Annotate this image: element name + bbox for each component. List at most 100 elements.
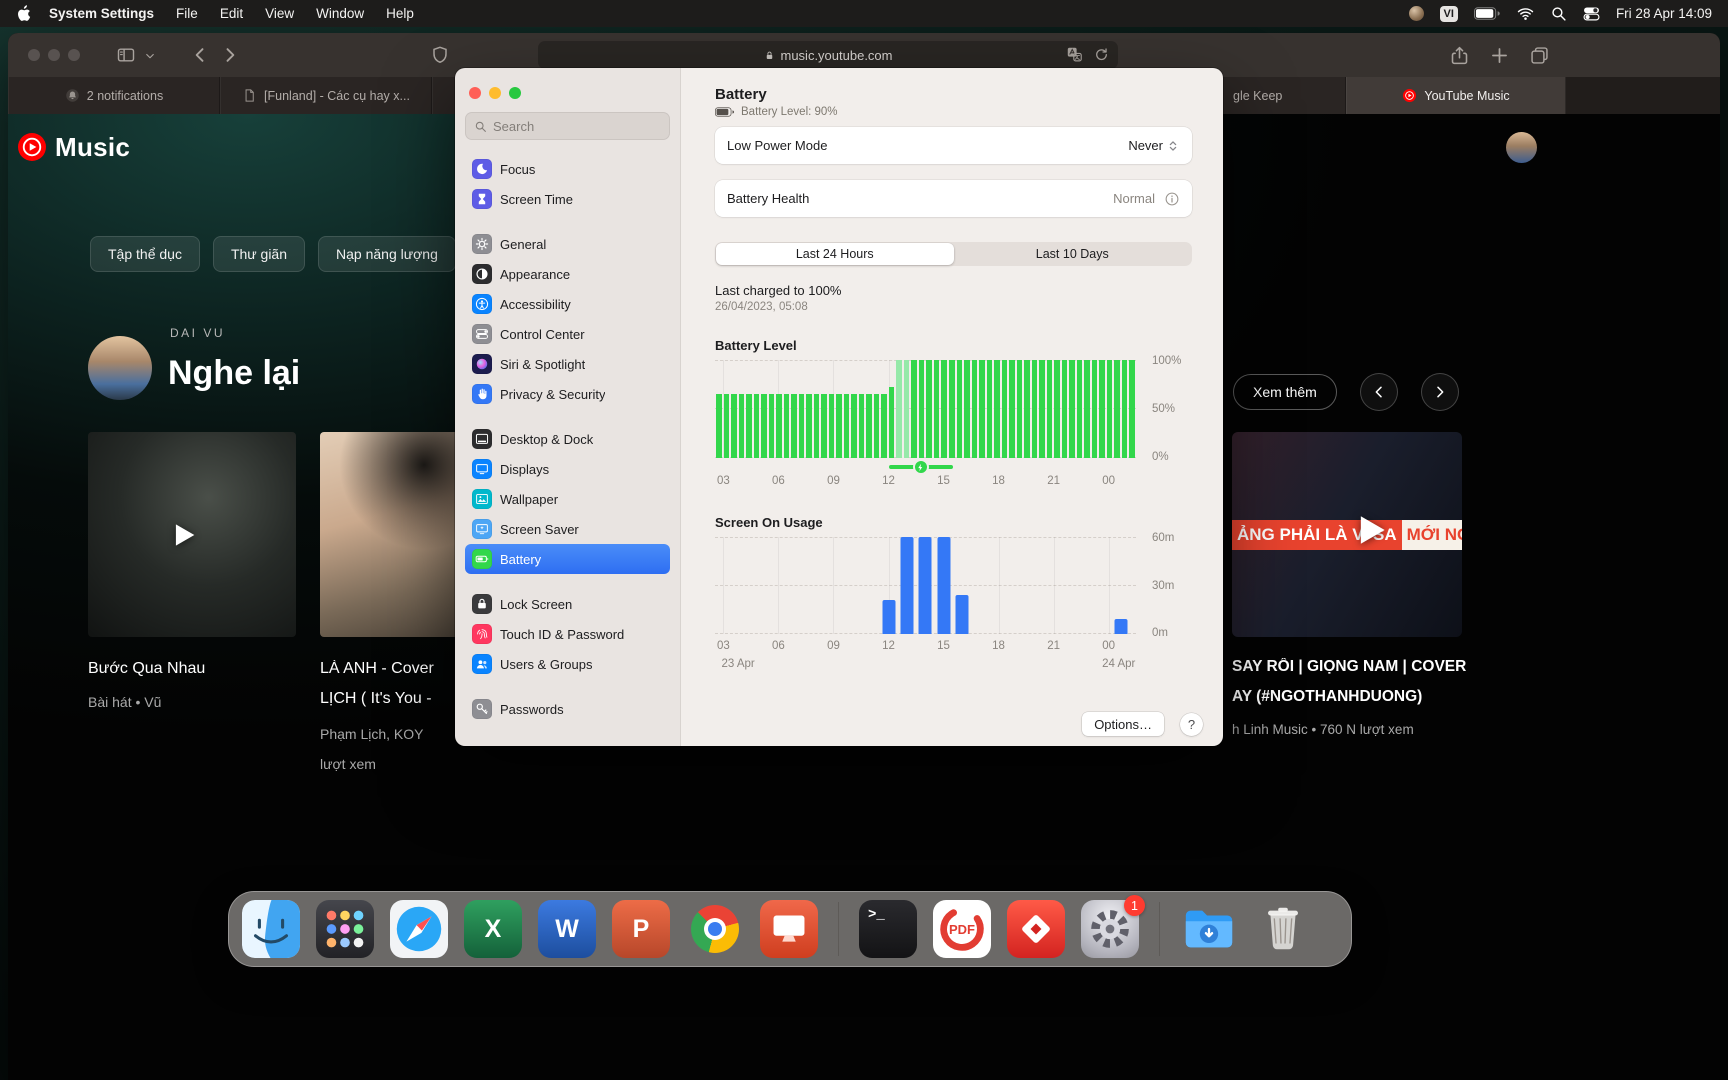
sidebar-item-screen-time[interactable]: Screen Time xyxy=(465,184,670,214)
sidebar-item-privacy[interactable]: Privacy & Security xyxy=(465,379,670,409)
translate-icon[interactable] xyxy=(1066,46,1083,63)
menubar-menu-edit[interactable]: Edit xyxy=(220,6,243,21)
reload-button[interactable] xyxy=(1093,46,1110,63)
dock-pdf-icon[interactable]: PDF xyxy=(933,900,991,958)
share-button[interactable] xyxy=(1449,45,1470,66)
sidebar-item-siri[interactable]: Siri & Spotlight xyxy=(465,349,670,379)
address-bar[interactable]: music.youtube.com xyxy=(538,41,1118,69)
settings-window-controls xyxy=(469,87,668,99)
grid-line xyxy=(778,537,779,634)
battery-status-icon[interactable] xyxy=(1474,7,1501,20)
sidebar-item-screen-saver[interactable]: Screen Saver xyxy=(465,514,670,544)
dock-terminal-icon[interactable]: >_ xyxy=(859,900,917,958)
section-title[interactable]: Nghe lại xyxy=(168,354,300,393)
battery-level-chart-title: Battery Level xyxy=(715,338,1192,353)
dock-launchpad-icon[interactable] xyxy=(316,900,374,958)
battery-bar xyxy=(829,394,835,458)
sidebar-item-battery[interactable]: Battery xyxy=(465,544,670,574)
mood-chip[interactable]: Tập thể dục xyxy=(90,236,200,272)
apple-menu-icon[interactable] xyxy=(16,5,31,22)
video-title[interactable]: AY (#NGOTHANHDUONG) xyxy=(1232,688,1480,706)
sidebar-item-lock-screen[interactable]: Lock Screen xyxy=(465,589,670,619)
dock-safari-icon[interactable] xyxy=(390,900,448,958)
play-icon[interactable] xyxy=(1348,508,1392,552)
menubar-menu-view[interactable]: View xyxy=(265,6,294,21)
range-tab-last-10-days[interactable]: Last 10 Days xyxy=(954,243,1192,265)
wifi-icon[interactable] xyxy=(1517,5,1534,22)
help-button[interactable]: ? xyxy=(1180,713,1203,736)
back-button[interactable] xyxy=(190,45,210,65)
battery-health-info-button[interactable] xyxy=(1164,191,1180,207)
ytmusic-logo[interactable]: Music xyxy=(16,131,130,163)
sidebar-item-displays[interactable]: Displays xyxy=(465,454,670,484)
control-center-icon[interactable] xyxy=(1583,5,1600,22)
dock-excel-icon[interactable]: X xyxy=(464,900,522,958)
settings-search-field[interactable]: Search xyxy=(465,112,670,140)
privacy-shield-icon[interactable] xyxy=(430,45,450,65)
dock-chrome-icon[interactable] xyxy=(686,900,744,958)
zoom-button[interactable] xyxy=(509,87,521,99)
dock-trash-icon[interactable] xyxy=(1254,900,1312,958)
video-card[interactable]: ẢNG PHẢI LÀ VÌ SA MỚI NÓI CÒ xyxy=(1232,432,1462,637)
tab-youtube-music[interactable]: YouTube Music xyxy=(1346,77,1566,114)
low-power-mode-popup[interactable]: Never xyxy=(1128,138,1180,153)
dock-finder-icon[interactable] xyxy=(242,900,300,958)
status-app-icon[interactable] xyxy=(1409,6,1424,21)
popup-chevrons-icon xyxy=(1166,139,1180,153)
mood-chip[interactable]: Nạp năng lượng xyxy=(318,236,456,272)
tab-2-notifications[interactable]: 2 notifications xyxy=(8,77,220,114)
tab-overview-button[interactable] xyxy=(1529,45,1550,66)
close-button[interactable] xyxy=(28,49,40,61)
range-tab-last-24-hours[interactable]: Last 24 Hours xyxy=(716,243,954,265)
new-tab-button[interactable] xyxy=(1489,45,1510,66)
sidebar-item-appearance[interactable]: Appearance xyxy=(465,259,670,289)
battery-level-caption-row: Battery Level: 90% xyxy=(715,106,1192,118)
battery-bar xyxy=(1092,360,1098,458)
listen-again-avatar[interactable] xyxy=(88,336,152,400)
tab--funland-c-c-c-hay-x-[interactable]: [Funland] - Các cụ hay x... xyxy=(220,77,432,114)
minimize-button[interactable] xyxy=(48,49,60,61)
sidebar-item-label: Accessibility xyxy=(500,297,571,312)
minimize-button[interactable] xyxy=(489,87,501,99)
sidebar-item-wallpaper[interactable]: Wallpaper xyxy=(465,484,670,514)
see-more-button[interactable]: Xem thêm xyxy=(1233,374,1337,410)
sidebar-item-touch-id[interactable]: Touch ID & Password xyxy=(465,619,670,649)
carousel-next-button[interactable] xyxy=(1421,373,1459,411)
mood-chip[interactable]: Thư giãn xyxy=(213,236,305,272)
tab-group-chevron-icon[interactable] xyxy=(144,50,156,62)
sidebar-toggle-button[interactable] xyxy=(116,45,136,65)
sidebar-group: Passwords xyxy=(465,694,670,724)
menubar-menu-help[interactable]: Help xyxy=(386,6,414,21)
address-bar-actions xyxy=(1066,46,1110,63)
dock-powerpoint-icon[interactable]: P xyxy=(612,900,670,958)
sidebar-item-general[interactable]: General xyxy=(465,229,670,259)
forward-button[interactable] xyxy=(220,45,240,65)
sidebar-item-users-groups[interactable]: Users & Groups xyxy=(465,649,670,679)
sidebar-item-control-center[interactable]: Control Center xyxy=(465,319,670,349)
menubar-menu-window[interactable]: Window xyxy=(316,6,364,21)
sidebar-item-passwords[interactable]: Passwords xyxy=(465,694,670,724)
zoom-button[interactable] xyxy=(68,49,80,61)
sidebar-item-focus[interactable]: Focus xyxy=(465,154,670,184)
input-source-indicator[interactable]: VI xyxy=(1440,6,1458,22)
options-button[interactable]: Options… xyxy=(1082,712,1164,736)
close-button[interactable] xyxy=(469,87,481,99)
dock-remote-desktop-icon[interactable] xyxy=(760,900,818,958)
dock-system-settings-icon[interactable]: 1 xyxy=(1081,900,1139,958)
sidebar-item-desktop-dock[interactable]: Desktop & Dock xyxy=(465,424,670,454)
carousel-prev-button[interactable] xyxy=(1360,373,1398,411)
dock-downloads-icon[interactable] xyxy=(1180,900,1238,958)
card-title[interactable]: Bước Qua Nhau xyxy=(88,660,298,678)
menubar-app-name[interactable]: System Settings xyxy=(49,6,154,21)
sidebar-item-label: Siri & Spotlight xyxy=(500,357,585,372)
menubar-menu-file[interactable]: File xyxy=(176,6,198,21)
play-icon[interactable] xyxy=(166,518,200,552)
spotlight-search-icon[interactable] xyxy=(1550,5,1567,22)
sidebar-item-accessibility[interactable]: Accessibility xyxy=(465,289,670,319)
video-title[interactable]: SAY RỒI | GIỌNG NAM | COVER xyxy=(1232,658,1480,676)
dock-recovery-icon[interactable] xyxy=(1007,900,1065,958)
album-card-1[interactable] xyxy=(88,432,296,637)
dock-word-icon[interactable]: W xyxy=(538,900,596,958)
menubar-clock[interactable]: Fri 28 Apr 14:09 xyxy=(1616,6,1712,21)
account-avatar[interactable] xyxy=(1506,132,1537,163)
